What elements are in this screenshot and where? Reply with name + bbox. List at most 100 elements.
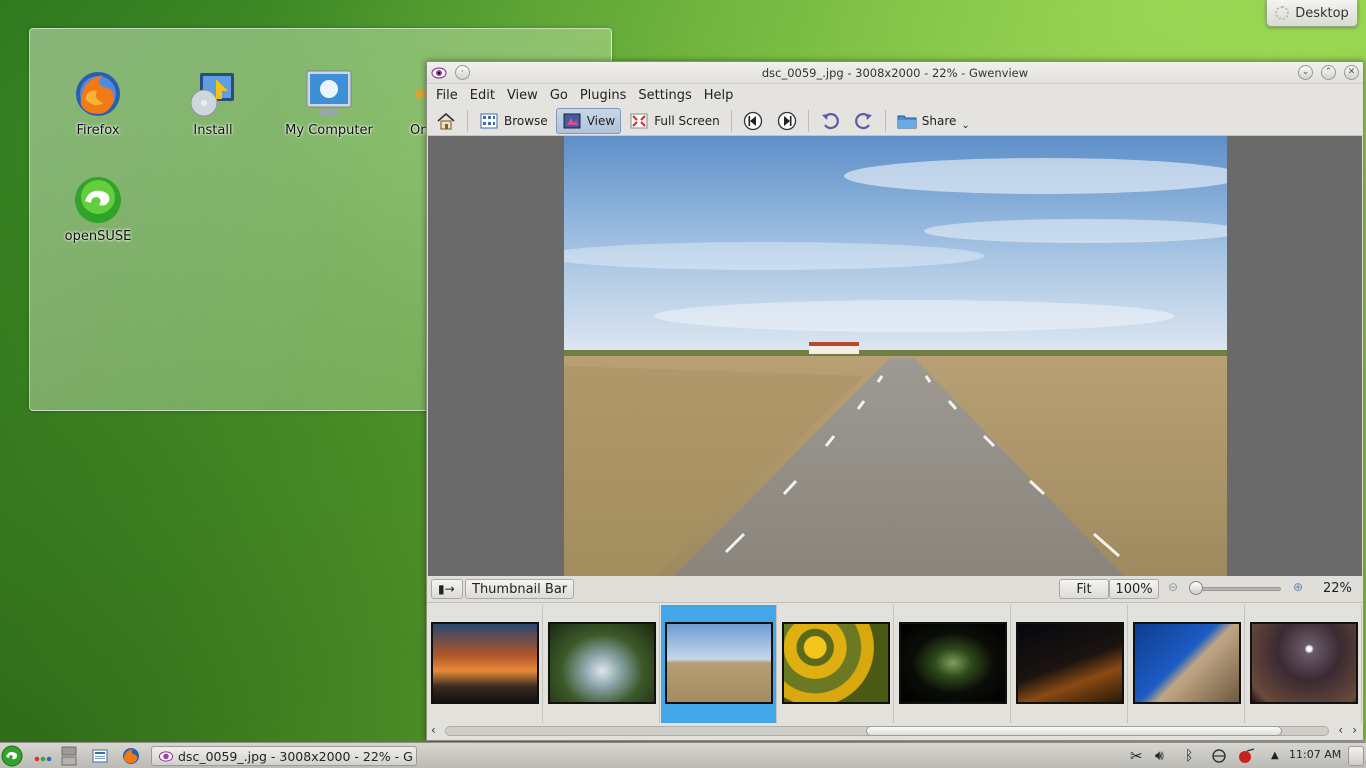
toggle-sidebar-button[interactable]: ▮→	[431, 579, 463, 599]
firefox-launcher-icon[interactable]	[122, 747, 140, 765]
scroll-left-arrow-icon[interactable]: ‹	[431, 723, 436, 737]
rotate-right-icon	[854, 112, 872, 129]
menu-plugins[interactable]: Plugins	[574, 88, 633, 103]
thumbnail-waterfall	[548, 622, 656, 704]
zoom-slider-handle[interactable]	[1189, 581, 1203, 595]
toolbar-separator	[730, 109, 732, 132]
computer-icon	[306, 70, 352, 115]
menu-edit[interactable]: Edit	[464, 88, 501, 103]
minimize-button[interactable]: ⌄	[1298, 65, 1313, 80]
close-button[interactable]: ✕	[1344, 65, 1359, 80]
fullscreen-button[interactable]: Full Screen	[623, 108, 726, 134]
gwenview-window: · dsc_0059_.jpg - 3008x2000 - 22% - Gwen…	[426, 61, 1364, 741]
taskbar-item-gwenview[interactable]: dsc_0059_.jpg - 3008x2000 - 22% - G	[151, 746, 417, 766]
displayed-photo	[564, 136, 1227, 576]
activities-dots-icon[interactable]	[34, 752, 52, 762]
clock[interactable]: 11:07 AM	[1289, 748, 1341, 761]
desktop-icon-my-computer[interactable]: My Computer	[274, 69, 384, 138]
fit-button[interactable]: Fit	[1059, 579, 1109, 599]
rotate-right-button[interactable]	[848, 108, 880, 134]
maximize-button[interactable]: ⌃	[1321, 65, 1336, 80]
taskbar-item-label: dsc_0059_.jpg - 3008x2000 - 22% - G	[178, 748, 413, 764]
zoom-100-label: 100%	[1115, 581, 1153, 597]
menu-go[interactable]: Go	[544, 88, 574, 103]
gear-icon	[1275, 6, 1290, 20]
menubar: File Edit View Go Plugins Settings Help	[427, 84, 1363, 106]
rotate-left-icon	[821, 112, 839, 129]
desktop-icon-online[interactable]: On	[380, 69, 430, 138]
window-titlebar[interactable]: · dsc_0059_.jpg - 3008x2000 - 22% - Gwen…	[427, 62, 1363, 84]
firefox-icon	[76, 72, 120, 116]
desktop-icon-install[interactable]: Install	[158, 69, 268, 138]
thumbnail-yellow-flowers	[782, 622, 890, 704]
thumbnail-bar: ‹ ‹ ›	[427, 602, 1363, 740]
browse-button[interactable]: Browse	[473, 108, 554, 134]
network-icon[interactable]	[1210, 748, 1228, 764]
show-desktop-icon[interactable]	[91, 747, 109, 765]
thumbnail-item[interactable]	[778, 605, 894, 723]
desktop-icon-firefox[interactable]: Firefox	[43, 69, 153, 138]
bluetooth-icon[interactable]: ᛒ	[1185, 748, 1203, 764]
rotate-left-button[interactable]	[814, 108, 846, 134]
menu-help[interactable]: Help	[698, 88, 740, 103]
thumbnail-blue-sky-building	[1133, 622, 1241, 704]
image-viewer[interactable]	[428, 136, 1362, 576]
thumbnail-item-selected[interactable]	[661, 605, 777, 723]
thumbnail-item[interactable]	[895, 605, 1011, 723]
scroll-right-arrow-icon[interactable]: ›	[1352, 723, 1357, 737]
kickoff-menu-icon[interactable]	[1, 745, 23, 767]
browse-grid-icon	[480, 113, 498, 128]
fit-label: Fit	[1076, 581, 1092, 597]
zoom-in-icon[interactable]: ⊕	[1293, 580, 1303, 594]
thumbnail-leaves-night	[899, 622, 1007, 704]
updater-icon[interactable]	[1237, 748, 1255, 764]
next-button[interactable]	[771, 108, 803, 134]
zoom-100-button[interactable]: 100%	[1109, 579, 1159, 599]
thumbnail-road	[665, 622, 773, 704]
menu-view[interactable]: View	[501, 88, 544, 103]
thumbnail-bar-button[interactable]: Thumbnail Bar	[465, 579, 575, 599]
view-statusbar: ▮→ Thumbnail Bar Fit 100% ⊖ ⊕ 22%	[427, 576, 1363, 602]
zoom-slider-track[interactable]	[1197, 587, 1281, 591]
tray-expand-arrow-icon[interactable]: ▲	[1271, 748, 1289, 764]
previous-button[interactable]	[737, 108, 769, 134]
thumbnail-item[interactable]	[1012, 605, 1128, 723]
window-title: dsc_0059_.jpg - 3008x2000 - 22% - Gwenvi…	[761, 65, 1029, 80]
panel-toolbox-button[interactable]	[1348, 746, 1364, 766]
thumbnail-scrollbar[interactable]: ‹ ‹ ›	[431, 723, 1359, 738]
zoom-out-icon[interactable]: ⊖	[1168, 580, 1178, 594]
browse-label: Browse	[504, 113, 548, 128]
desktop-toolbox-button[interactable]: Desktop	[1266, 0, 1358, 27]
scrollbar-thumb[interactable]	[866, 726, 1282, 736]
share-button[interactable]: Share ⌄	[891, 108, 976, 134]
sidebar-toggle-icon: ▮→	[438, 582, 455, 596]
toolbar-separator	[884, 109, 886, 132]
taskbar-panel: dsc_0059_.jpg - 3008x2000 - 22% - G ✂ 🔊︎…	[0, 742, 1366, 768]
desktop-icon-label: Firefox	[76, 123, 120, 138]
fullscreen-label: Full Screen	[654, 113, 720, 128]
klipper-scissors-icon[interactable]: ✂	[1130, 748, 1148, 764]
gwenview-task-icon	[159, 751, 173, 762]
thumbnail-item[interactable]	[1246, 605, 1362, 723]
scroll-left-arrow-icon[interactable]: ‹	[1338, 723, 1343, 737]
view-button[interactable]: View	[555, 107, 622, 134]
main-toolbar: Browse View Full Screen Share ⌄	[427, 106, 1363, 136]
thumbnail-moon-sky	[1250, 622, 1358, 704]
volume-icon[interactable]: 🔊︎	[1155, 748, 1173, 764]
thumbnail-item[interactable]	[1129, 605, 1245, 723]
menu-settings[interactable]: Settings	[632, 88, 697, 103]
pager-icon[interactable]	[61, 746, 77, 766]
thumbnail-sunset	[431, 622, 539, 704]
home-button[interactable]	[430, 108, 462, 134]
desktop-icon-opensuse[interactable]: openSUSE	[43, 175, 153, 244]
thumbnail-night-road	[1016, 622, 1124, 704]
next-icon	[777, 111, 796, 130]
thumbnail-item[interactable]	[544, 605, 660, 723]
folder-share-icon	[897, 115, 917, 128]
desktop-toolbox-label: Desktop	[1295, 5, 1349, 21]
thumbnail-item[interactable]	[427, 605, 543, 723]
scrollbar-track[interactable]	[445, 726, 1329, 736]
menu-file[interactable]: File	[430, 88, 464, 103]
toolbar-separator	[467, 109, 468, 132]
fullscreen-icon	[630, 113, 648, 128]
